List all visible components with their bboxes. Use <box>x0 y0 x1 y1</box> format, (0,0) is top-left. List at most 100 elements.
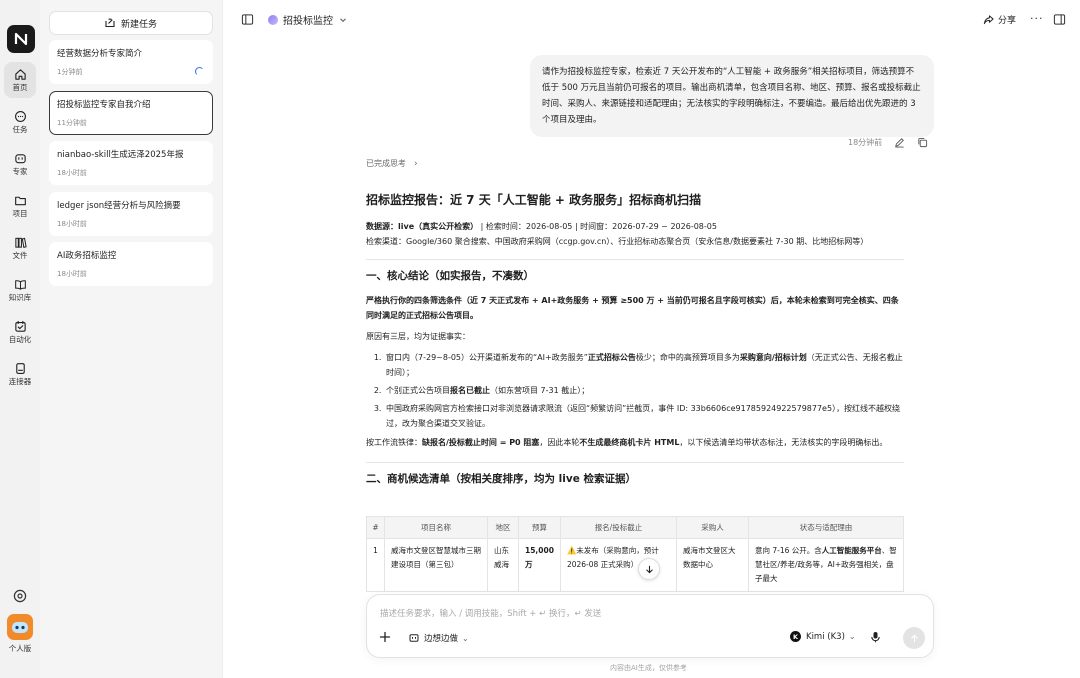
warning-icon: ⚠️ <box>566 546 577 555</box>
conclusion-paragraph: 严格执行你的四条筛选条件（近 7 天正式发布 + AI+政务服务 + 预算 ≥5… <box>366 293 904 323</box>
right-panel-toggle-icon[interactable] <box>1053 13 1066 26</box>
chevron-down-icon: ⌄ <box>848 632 856 641</box>
source-label: 数据源： <box>366 222 398 231</box>
project-region: 山东威海 <box>487 538 519 592</box>
thinking-label: 已完成思考 <box>366 159 406 168</box>
model-label: Kimi (K3) <box>806 631 845 642</box>
plug-icon <box>15 362 25 374</box>
rail-label: 文件 <box>12 250 28 260</box>
divider <box>366 259 904 260</box>
meta-details: | 检索时间：2026-08-05 | 时间窗：2026-07-29 ~ 202… <box>478 222 717 231</box>
rail-label: 自动化 <box>8 334 32 344</box>
column-header: 地区 <box>487 516 519 539</box>
calendar-check-icon <box>14 320 26 332</box>
edit-message-button[interactable] <box>894 137 905 148</box>
assistant-report: 招标监控报告：近 7 天「人工智能 + 政务服务」招标商机扫描 数据源：live… <box>366 192 904 487</box>
share-label: 分享 <box>998 16 1017 26</box>
task-item[interactable]: AI政务招标监控 18小时前 <box>49 242 213 286</box>
main-area: 招投标监控 分享 ··· 请作为招投标监控专家，检索近 7 天公开发布的“人工智… <box>223 0 1080 678</box>
arrow-down-icon <box>645 565 653 573</box>
conversation-title-text: 招投标监控 <box>283 16 333 27</box>
mode-label: 边想边做 <box>424 634 459 644</box>
rail-item-automation[interactable]: 自动化 <box>0 314 40 350</box>
column-header: 采购人 <box>675 516 749 539</box>
copy-icon <box>918 138 928 148</box>
task-time: 18小时前 <box>57 169 87 177</box>
compose-icon <box>105 18 115 28</box>
share-button[interactable]: 分享 <box>983 13 1016 26</box>
rail-label: 知识库 <box>8 292 32 302</box>
report-channels: 检索渠道：Google/360 聚合搜索、中国政府采购网（ccgp.gov.cn… <box>366 237 869 246</box>
settings-icon[interactable] <box>12 588 28 604</box>
conclusion-text: 严格执行你的四条筛选条件（近 7 天正式发布 + AI+政务服务 + 预算 ≥5… <box>366 296 899 320</box>
pencil-icon <box>895 138 905 148</box>
reason-list: 窗口内（7-29~8-05）公开渠道新发布的“AI+政务服务”正式招标公告极少；… <box>366 350 904 431</box>
project-budget: 15,000 万 <box>518 538 561 592</box>
message-composer[interactable]: 描述任务要求，输入 / 调用技能，Shift + ↵ 换行，↵ 发送 边想边做 … <box>366 594 934 658</box>
task-time: 18小时前 <box>57 220 87 228</box>
task-title: AI政务招标监控 <box>57 251 117 261</box>
sidebar-toggle-icon[interactable] <box>241 13 254 26</box>
rail-item-connectors[interactable]: 连接器 <box>0 356 40 392</box>
chevron-down-icon <box>340 17 346 22</box>
rail-item-knowledge[interactable]: 知识库 <box>0 272 40 308</box>
rule-paragraph: 按工作流铁律：缺报名/投标截止时间 = P0 阻塞，因此本轮不生成最终商机卡片 … <box>366 438 888 447</box>
rail-item-home[interactable]: 首页 <box>0 62 40 98</box>
avatar[interactable] <box>7 614 33 640</box>
loading-spinner-icon <box>195 67 204 76</box>
task-time: 18小时前 <box>57 270 87 278</box>
microphone-icon[interactable] <box>870 631 881 643</box>
opportunity-table: # 项目名称 地区 预算 报名/投标截止 采购人 状态与适配理由 1 威海市文登… <box>366 516 905 592</box>
rail-item-tasks[interactable]: 任务 <box>0 104 40 140</box>
books-icon <box>14 237 27 248</box>
share-icon <box>983 15 994 25</box>
list-item: 中国政府采购网官方检索接口对非浏览器请求限流（返回“频繁访问”拦截页，事件 ID… <box>384 401 904 431</box>
app-logo[interactable] <box>7 25 35 53</box>
icon-rail: 首页 任务 专家 项目 文件 知识库 自动化 连接器 个人版 <box>0 0 40 678</box>
top-bar: 招投标监控 分享 ··· <box>223 0 1080 40</box>
column-header: 预算 <box>518 516 561 539</box>
book-open-icon <box>14 279 26 290</box>
rail-item-experts[interactable]: 专家 <box>0 146 40 182</box>
task-item[interactable]: 经营数据分析专家简介 1分钟前 <box>49 40 213 84</box>
rail-item-projects[interactable]: 项目 <box>0 188 40 224</box>
arrow-up-icon <box>910 634 918 642</box>
composer-input[interactable]: 描述任务要求，输入 / 调用技能，Shift + ↵ 换行，↵ 发送 <box>380 607 601 619</box>
task-item[interactable]: nianbao-skill生成远泽2025年报 18小时前 <box>49 141 213 185</box>
scroll-to-bottom-button[interactable] <box>638 558 660 580</box>
list-item: 个别正式公告项目报名已截止（如东营项目 7-31 截止）； <box>384 383 904 398</box>
add-attachment-icon[interactable] <box>379 631 391 643</box>
message-time: 18分钟前 <box>848 138 883 147</box>
row-number: 1 <box>366 538 385 592</box>
rail-label: 连接器 <box>8 376 32 386</box>
task-time: 1分钟前 <box>57 68 83 76</box>
reason-intro: 原因有三层，均为证据事实： <box>366 332 470 341</box>
thinking-toggle[interactable]: 已完成思考 › <box>366 158 418 169</box>
project-reason: 意向 7-16 公开。含人工智能服务平台、智慧社区/养老/政务等，AI+政务强相… <box>747 538 905 592</box>
task-title: 招投标监控专家自我介绍 <box>57 100 151 110</box>
table-header-row: # 项目名称 地区 预算 报名/投标截止 采购人 状态与适配理由 <box>366 516 905 539</box>
divider <box>366 462 904 463</box>
task-item-selected[interactable]: 招投标监控专家自我介绍 11分钟前 <box>49 91 213 135</box>
copy-message-button[interactable] <box>917 137 928 148</box>
more-options-button[interactable]: ··· <box>1030 12 1044 25</box>
rail-item-files[interactable]: 文件 <box>0 230 40 266</box>
task-list-panel: 新建任务 经营数据分析专家简介 1分钟前 招投标监控专家自我介绍 11分钟前 n… <box>40 0 223 678</box>
conversation-title[interactable]: 招投标监控 <box>268 12 347 27</box>
user-message: 请作为招投标监控专家，检索近 7 天公开发布的“人工智能 + 政务服务”相关招标… <box>530 55 934 137</box>
task-title: ledger json经营分析与风险摘要 <box>57 201 181 211</box>
report-meta: 数据源：live（真实公开检索） | 检索时间：2026-08-05 | 时间窗… <box>366 219 904 234</box>
model-selector[interactable]: K Kimi (K3) ⌄ <box>790 631 856 642</box>
task-item[interactable]: ledger json经营分析与风险摘要 18小时前 <box>49 192 213 236</box>
kimi-logo-icon: K <box>790 631 801 642</box>
new-task-button[interactable]: 新建任务 <box>49 11 213 35</box>
chevron-right-icon: › <box>414 158 418 169</box>
account-label: 个人版 <box>8 644 32 653</box>
task-time: 11分钟前 <box>57 119 87 127</box>
mode-selector[interactable]: 边想边做 ⌄ <box>409 632 469 644</box>
send-button[interactable] <box>903 627 925 649</box>
expert-avatar-icon <box>268 14 278 25</box>
rail-label: 首页 <box>12 82 28 92</box>
rail-label: 任务 <box>12 124 28 134</box>
task-title: nianbao-skill生成远泽2025年报 <box>57 150 184 160</box>
